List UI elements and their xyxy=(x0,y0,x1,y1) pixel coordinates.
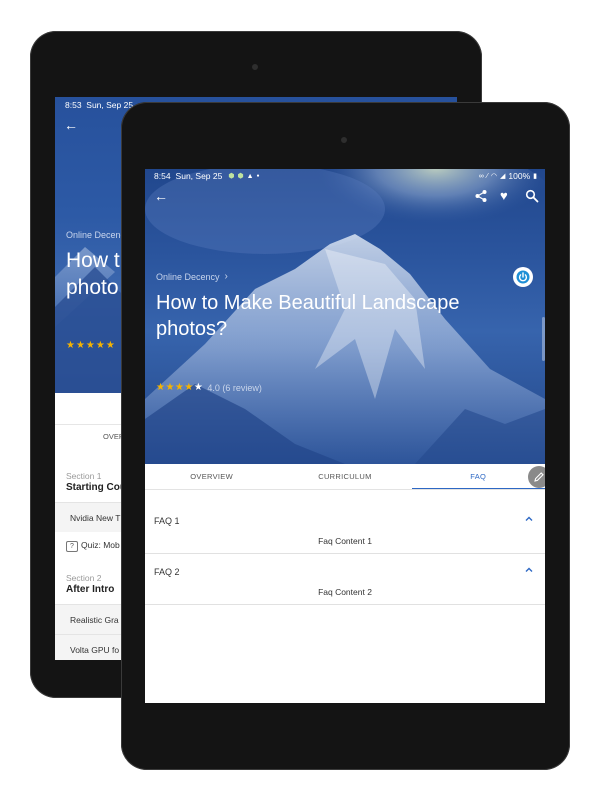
star-rating-icons: ★★★★★ xyxy=(156,382,204,393)
faq-answer: Faq Content 1 xyxy=(318,536,372,546)
no-sim-icon: ⁄ xyxy=(486,172,488,180)
back-arrow-icon[interactable]: ← xyxy=(64,117,78,133)
course-title: How to Make Beautiful Landscape photos? xyxy=(156,292,460,340)
app-preview: 8:53 Sun, Sep 25 ← Online Decenc How t p… xyxy=(0,0,600,800)
back-section-label: Section 1 xyxy=(66,471,102,481)
warning-icon: ▲ xyxy=(246,172,254,180)
tab-curriculum[interactable]: CURRICULUM xyxy=(278,464,411,489)
status-date: Sun, Sep 25 xyxy=(86,100,134,110)
faq-question[interactable]: FAQ 2 xyxy=(154,567,180,577)
pencil-icon xyxy=(534,472,544,482)
scrollbar[interactable] xyxy=(542,317,545,361)
back-section-title[interactable]: Starting Cou xyxy=(66,482,126,493)
signal-icon: ◢ xyxy=(500,173,506,180)
quiz-icon: ? xyxy=(66,541,78,552)
back-arrow-icon[interactable]: ← xyxy=(154,188,168,204)
status-time: 8:53 xyxy=(65,100,82,110)
front-tablet-screen: 8:54 Sun, Sep 25 ⬢ ⬢ ▲ ● ∞ ⁄ ◠ ◢ 100% ▮ … xyxy=(145,169,545,703)
status-time: 8:54 xyxy=(154,171,171,181)
chevron-up-icon[interactable] xyxy=(523,513,535,525)
front-tablet-device: 8:54 Sun, Sep 25 ⬢ ⬢ ▲ ● ∞ ⁄ ◠ ◢ 100% ▮ … xyxy=(121,102,570,770)
status-bar: 8:54 Sun, Sep 25 ⬢ ⬢ ▲ ● ∞ ⁄ ◠ ◢ 100% ▮ xyxy=(145,169,545,183)
camera-icon xyxy=(341,137,347,143)
faq-question[interactable]: FAQ 1 xyxy=(154,516,180,526)
battery-level: 100% xyxy=(508,171,531,181)
link-icon: ∞ xyxy=(478,172,484,180)
search-icon[interactable] xyxy=(525,189,539,203)
tab-faq[interactable]: FAQ xyxy=(411,464,545,489)
wifi-icon: ◠ xyxy=(490,173,497,180)
course-tabs: OVERVIEW CURRICULUM FAQ xyxy=(145,464,545,490)
chevron-right-icon: › xyxy=(224,271,228,282)
star-empty-icon: ★ xyxy=(193,382,204,393)
course-rating: ★★★★★ 4.0 (6 review) xyxy=(156,382,262,393)
status-date: Sun, Sep 25 xyxy=(175,171,223,181)
app-toolbar: ← ♥ xyxy=(145,187,545,207)
tab-overview[interactable]: OVERVIEW xyxy=(145,464,278,489)
dot-icon: ● xyxy=(256,173,260,179)
share-icon[interactable] xyxy=(474,189,488,203)
back-course-title: How t photo xyxy=(66,249,120,299)
back-quiz-item[interactable]: ? Quiz: Mob xyxy=(66,540,120,552)
edit-button[interactable] xyxy=(528,466,545,488)
android-icon: ⬢ xyxy=(237,173,244,180)
power-button[interactable] xyxy=(513,267,533,287)
faq-item: FAQ 2 Faq Content 2 xyxy=(145,554,545,605)
back-quiz-label: Quiz: Mob xyxy=(81,540,120,550)
back-rating-stars: ★★★★★ xyxy=(66,340,116,351)
back-section-label: Section 2 xyxy=(66,573,102,583)
heart-icon[interactable]: ♥ xyxy=(500,188,508,204)
breadcrumb[interactable]: Online Decency › xyxy=(156,271,228,282)
rating-count: (6 review) xyxy=(222,382,262,393)
camera-icon xyxy=(252,64,258,70)
back-status-time: 8:53 Sun, Sep 25 xyxy=(65,100,133,110)
back-breadcrumb[interactable]: Online Decenc xyxy=(66,230,125,240)
android-icon: ⬢ xyxy=(228,173,235,180)
rating-value: 4.0 xyxy=(207,382,220,393)
back-section-title[interactable]: After Intro xyxy=(66,584,114,595)
faq-item: FAQ 1 Faq Content 1 xyxy=(145,503,545,554)
breadcrumb-label: Online Decency xyxy=(156,271,220,282)
course-hero-banner: 8:54 Sun, Sep 25 ⬢ ⬢ ▲ ● ∞ ⁄ ◠ ◢ 100% ▮ … xyxy=(145,169,545,464)
chevron-up-icon[interactable] xyxy=(523,564,535,576)
faq-answer: Faq Content 2 xyxy=(318,587,372,597)
battery-icon: ▮ xyxy=(533,173,537,180)
power-icon xyxy=(516,270,530,284)
